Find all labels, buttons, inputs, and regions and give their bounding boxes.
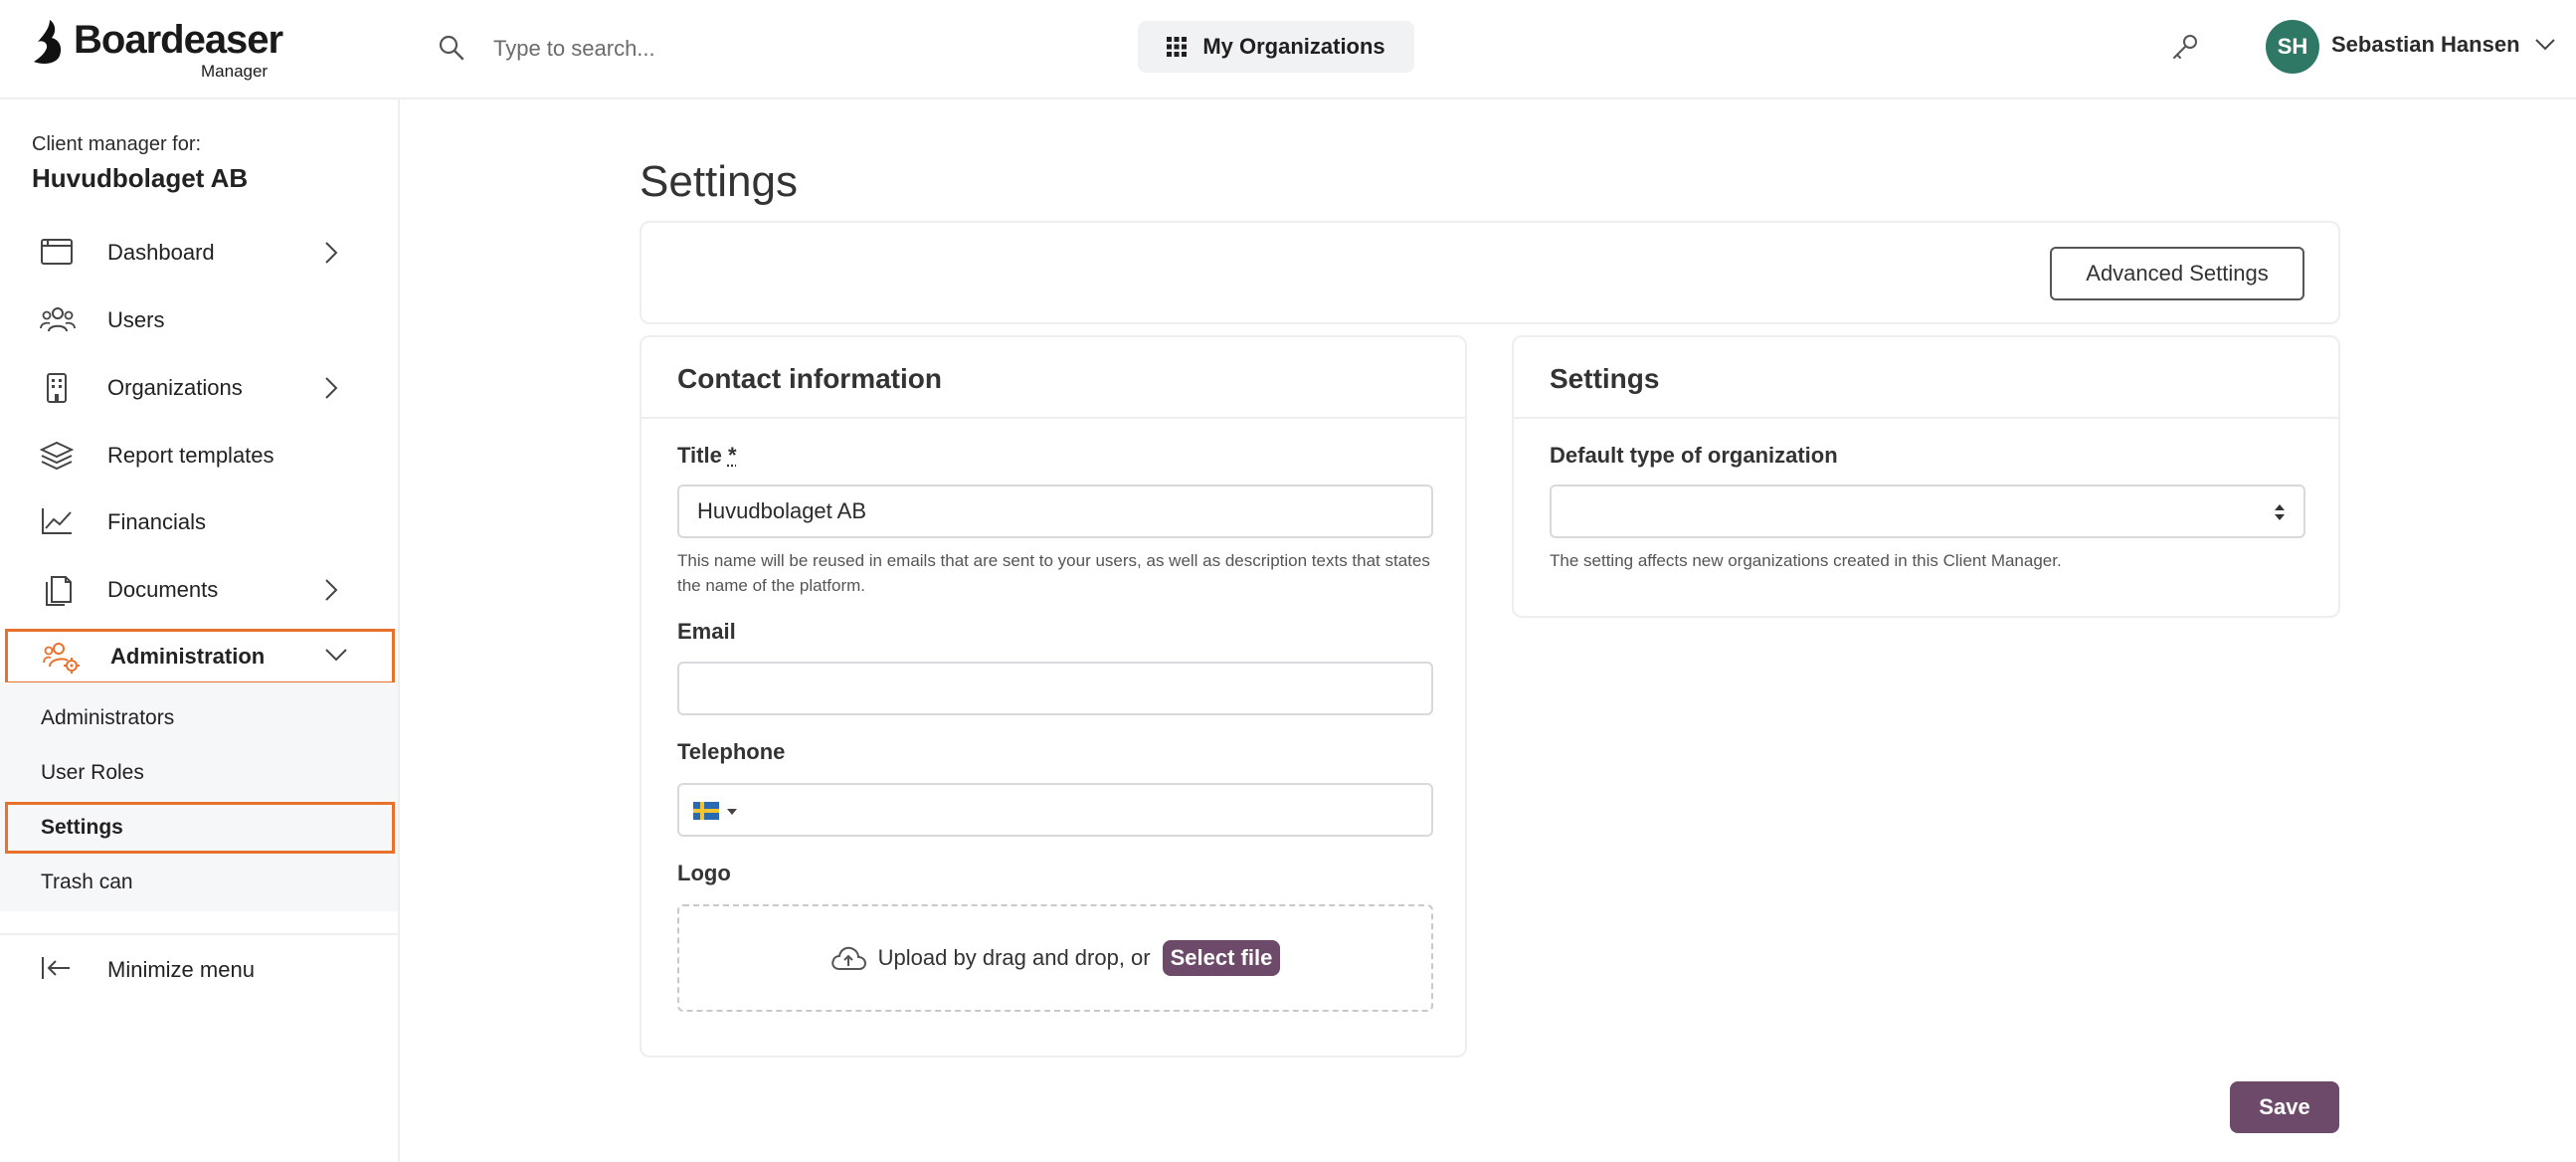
card-header: Contact information [642,337,1465,419]
line-chart-icon [40,506,76,538]
chevron-right-icon [324,376,338,400]
settings-heading: Settings [1550,363,1660,394]
upload-instructions: Upload by drag and drop, or [877,945,1151,970]
chevron-right-icon [324,578,338,602]
logo-upload-dropzone[interactable]: Upload by drag and drop, or Select file [677,904,1433,1012]
brand-sub: Manager [201,62,269,81]
chevron-down-icon [324,648,348,662]
avatar[interactable]: SH [2266,20,2319,74]
default-type-help-text: The setting affects new organizations cr… [1550,551,2062,570]
key-icon[interactable] [2170,32,2200,62]
chevron-down-icon[interactable] [2534,38,2556,52]
advanced-settings-card: Advanced Settings [640,221,2340,324]
cloud-upload-icon [830,945,866,971]
default-type-select[interactable] [1550,484,2305,538]
title-help-text: This name will be reused in emails that … [677,551,1430,595]
sort-arrows-icon [2274,502,2286,522]
title-label: Title * [677,443,737,469]
sidebar-subitem-label: Administrators [41,706,175,729]
sidebar-item-dashboard[interactable]: Dashboard [0,225,398,281]
email-label: Email [677,619,736,644]
user-name[interactable]: Sebastian Hansen [2331,32,2520,58]
sidebar-item-users[interactable]: Users [0,292,398,348]
email-field[interactable] [677,662,1433,715]
sidebar-item-label: Documents [107,577,219,602]
telephone-field[interactable] [677,783,1433,837]
documents-icon [40,574,76,606]
sidebar-item-organizations[interactable]: Organizations [0,360,398,416]
title-label-text: Title [677,443,722,468]
collapse-left-icon [40,955,72,981]
sidebar-item-label: Dashboard [107,240,215,265]
contact-information-heading: Contact information [677,363,942,394]
telephone-label: Telephone [677,739,786,764]
logo-label: Logo [677,861,731,885]
sidebar: Client manager for: Huvudbolaget AB Dash… [0,99,400,1162]
card-header: Settings [1514,337,2338,419]
sidebar-subitem-label: Trash can [41,871,133,893]
sweden-flag-icon[interactable] [693,802,719,820]
sidebar-item-administration[interactable]: Administration [5,629,395,684]
avatar-initials: SH [2277,34,2308,59]
layers-icon [40,440,76,472]
boardeaser-logo[interactable]: Boardeaser Manager [30,16,288,82]
select-file-button[interactable]: Select file [1162,940,1281,976]
chevron-right-icon [324,241,338,265]
contact-information-card: Contact information Title * This name wi… [640,335,1467,1058]
my-organizations-button[interactable]: My Organizations [1138,21,1414,73]
default-type-label: Default type of organization [1550,443,1838,468]
client-manager-name: Huvudbolaget AB [32,163,249,193]
sidebar-subitem-settings[interactable]: Settings [5,802,395,854]
sidebar-item-report-templates[interactable]: Report templates [0,428,398,484]
title-input[interactable] [677,484,1433,538]
sidebar-item-label: Users [107,307,165,332]
sidebar-item-label: Organizations [107,375,243,400]
top-bar: Boardeaser Manager My Organizations SH S… [0,0,2576,99]
sidebar-item-label: Report templates [107,443,275,468]
building-icon [40,372,76,404]
search-icon [438,34,465,62]
caret-down-icon[interactable] [727,809,737,815]
required-marker: * [727,443,737,468]
page-title: Settings [640,157,798,206]
sidebar-item-documents[interactable]: Documents [0,562,398,618]
grid-icon [1167,37,1188,57]
administration-submenu: Administrators User Roles Settings Trash… [0,682,398,911]
sidebar-subitem-label: User Roles [41,761,144,784]
sidebar-item-label: Administration [110,644,266,669]
settings-card: Settings Default type of organization Th… [1512,335,2340,618]
sidebar-item-financials[interactable]: Financials [0,494,398,550]
users-icon [40,304,76,336]
my-organizations-label: My Organizations [1202,34,1385,59]
sidebar-subitem-administrators[interactable]: Administrators [0,692,398,744]
sidebar-item-label: Financials [107,509,207,534]
sidebar-subitem-label: Settings [41,816,123,839]
admin-users-gear-icon [43,641,80,674]
sidebar-subitem-user-roles[interactable]: User Roles [0,747,398,799]
boardeaser-logo-mark-icon [30,18,66,66]
minimize-menu-button[interactable]: Minimize menu [0,945,398,993]
advanced-settings-button[interactable]: Advanced Settings [2050,247,2304,300]
sidebar-subitem-trash-can[interactable]: Trash can [0,857,398,908]
sidebar-divider [0,933,398,935]
save-button[interactable]: Save [2230,1081,2339,1133]
client-manager-label: Client manager for: [32,133,202,155]
minimize-menu-label: Minimize menu [107,957,255,982]
brand-name: Boardeaser [74,18,283,62]
browser-window-icon [40,237,76,269]
search-input[interactable] [493,28,991,70]
